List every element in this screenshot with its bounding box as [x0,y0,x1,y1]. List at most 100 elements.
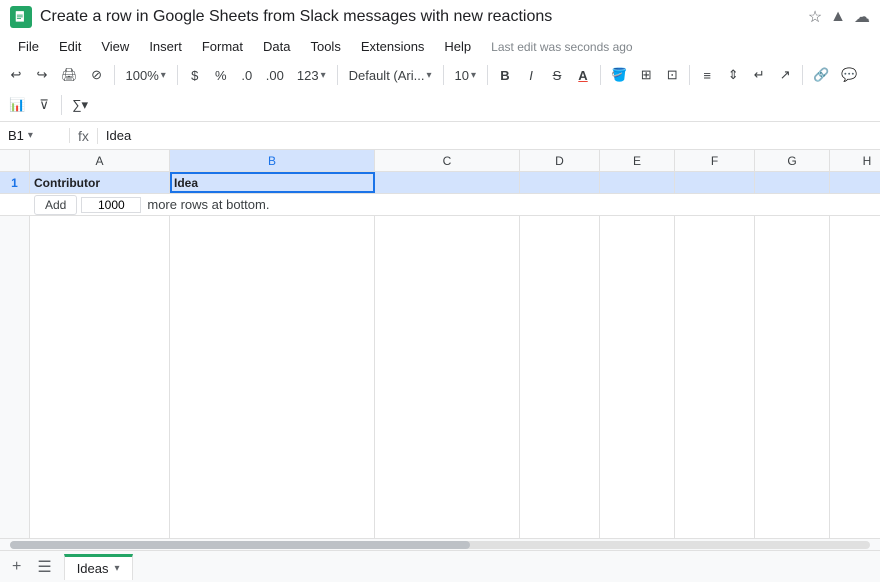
font-color-button[interactable]: A [571,61,595,89]
cell-g1[interactable] [755,172,830,193]
cell-ref-chevron: ▾ [28,130,33,141]
comment-button[interactable]: 💬 [836,61,862,89]
add-rows-button[interactable]: Add [34,195,77,215]
col-header-f[interactable]: F [675,150,755,171]
menu-tools[interactable]: Tools [302,36,348,57]
menu-help[interactable]: Help [436,36,479,57]
sheet-tab-chevron: ▾ [115,563,120,574]
italic-button[interactable]: I [519,61,543,89]
cloud-icon[interactable]: ☁ [854,7,870,27]
menu-edit[interactable]: Edit [51,36,89,57]
sep2 [177,65,178,85]
sheet-rows: 1 Contributor Idea Add more rows at bott… [0,172,880,538]
decimal-decrease-button[interactable]: .0 [235,61,259,89]
cell-e1[interactable] [600,172,675,193]
cell-b1[interactable]: Idea [170,172,375,193]
row-num-empty [0,216,30,538]
cell-empty-d[interactable] [520,216,600,538]
bottom-bar: + ☰ Ideas ▾ [0,550,880,582]
format-chevron: ▾ [321,70,326,81]
text-wrap-button[interactable]: ↵ [747,61,771,89]
sep6 [600,65,601,85]
zoom-dropdown[interactable]: 100% ▾ [120,61,172,89]
col-header-e[interactable]: E [600,150,675,171]
cell-empty-f[interactable] [675,216,755,538]
horizontal-scrollbar[interactable] [0,538,880,550]
filter-button[interactable]: ⊽ [32,91,56,119]
title-icons: ☆ ▲ ☁ [808,7,870,27]
cell-empty-e[interactable] [600,216,675,538]
v-align-button[interactable]: ⇕ [721,61,745,89]
cell-c1[interactable] [375,172,520,193]
sep1 [114,65,115,85]
sheets-menu-button[interactable]: ☰ [33,553,55,581]
sep8 [802,65,803,85]
text-rotate-button[interactable]: ↗ [773,61,797,89]
cell-empty-c[interactable] [375,216,520,538]
functions-button[interactable]: ∑▾ [67,91,93,119]
cell-h1[interactable] [830,172,880,193]
col-header-b[interactable]: B [170,150,375,171]
drive-icon[interactable]: ▲ [830,8,846,26]
menu-insert[interactable]: Insert [141,36,190,57]
sep3 [337,65,338,85]
cell-empty-h[interactable] [830,216,880,538]
strikethrough-button[interactable]: S [545,61,569,89]
font-family-value: Default (Ari... [349,68,425,83]
last-edit-label: Last edit was seconds ago [491,40,632,54]
bold-button[interactable]: B [493,61,517,89]
cell-d1[interactable] [520,172,600,193]
col-header-g[interactable]: G [755,150,830,171]
cell-reference[interactable]: B1 ▾ [0,128,70,143]
menu-file[interactable]: File [10,36,47,57]
menu-view[interactable]: View [93,36,137,57]
table-row [0,216,880,538]
currency-button[interactable]: $ [183,61,207,89]
merge-button[interactable]: ⊡ [660,61,684,89]
print-button[interactable]: 🖨 [56,61,83,89]
h-align-button[interactable]: ≡ [695,61,719,89]
menu-bar: File Edit View Insert Format Data Tools … [0,34,880,59]
zoom-chevron: ▾ [161,70,166,81]
add-sheet-button[interactable]: + [8,554,25,580]
col-header-c[interactable]: C [375,150,520,171]
format-number-dropdown[interactable]: 123 ▾ [291,61,332,89]
fill-color-button[interactable]: 🪣 [606,61,632,89]
menu-format[interactable]: Format [194,36,251,57]
font-family-dropdown[interactable]: Default (Ari... ▾ [343,61,438,89]
font-size-dropdown[interactable]: 10 ▾ [449,61,483,89]
formula-bar: B1 ▾ fx [0,122,880,150]
menu-data[interactable]: Data [255,36,298,57]
add-rows-suffix: more rows at bottom. [147,197,269,212]
borders-button[interactable]: ⊞ [634,61,658,89]
paint-format-button[interactable]: ⊘ [85,61,109,89]
add-row-bar: Add more rows at bottom. [0,194,880,216]
cell-empty-b[interactable] [170,216,375,538]
col-header-d[interactable]: D [520,150,600,171]
col-header-a[interactable]: A [30,150,170,171]
percent-button[interactable]: % [209,61,233,89]
cell-empty-g[interactable] [755,216,830,538]
formula-icon: fx [70,128,98,144]
chart-button[interactable]: 📊 [4,91,30,119]
menu-extensions[interactable]: Extensions [353,36,433,57]
link-button[interactable]: 🔗 [808,61,834,89]
add-rows-count[interactable] [81,197,141,213]
font-size-value: 10 [455,68,469,83]
sheet-tab-label: Ideas [77,561,109,576]
redo-button[interactable]: ↪ [30,61,54,89]
cell-empty-a[interactable] [30,216,170,538]
formula-input[interactable] [98,128,880,143]
scrollbar-thumb[interactable] [10,541,470,549]
page-title: Create a row in Google Sheets from Slack… [40,8,800,26]
sheet-tab-ideas[interactable]: Ideas ▾ [64,554,133,580]
font-chevron: ▾ [426,70,431,81]
sep7 [689,65,690,85]
decimal-increase-button[interactable]: .00 [261,61,289,89]
star-icon[interactable]: ☆ [808,7,822,27]
col-header-h[interactable]: H [830,150,880,171]
undo-button[interactable]: ↩ [4,61,28,89]
cell-f1[interactable] [675,172,755,193]
format-number-value: 123 [297,68,319,83]
cell-a1[interactable]: Contributor [30,172,170,193]
